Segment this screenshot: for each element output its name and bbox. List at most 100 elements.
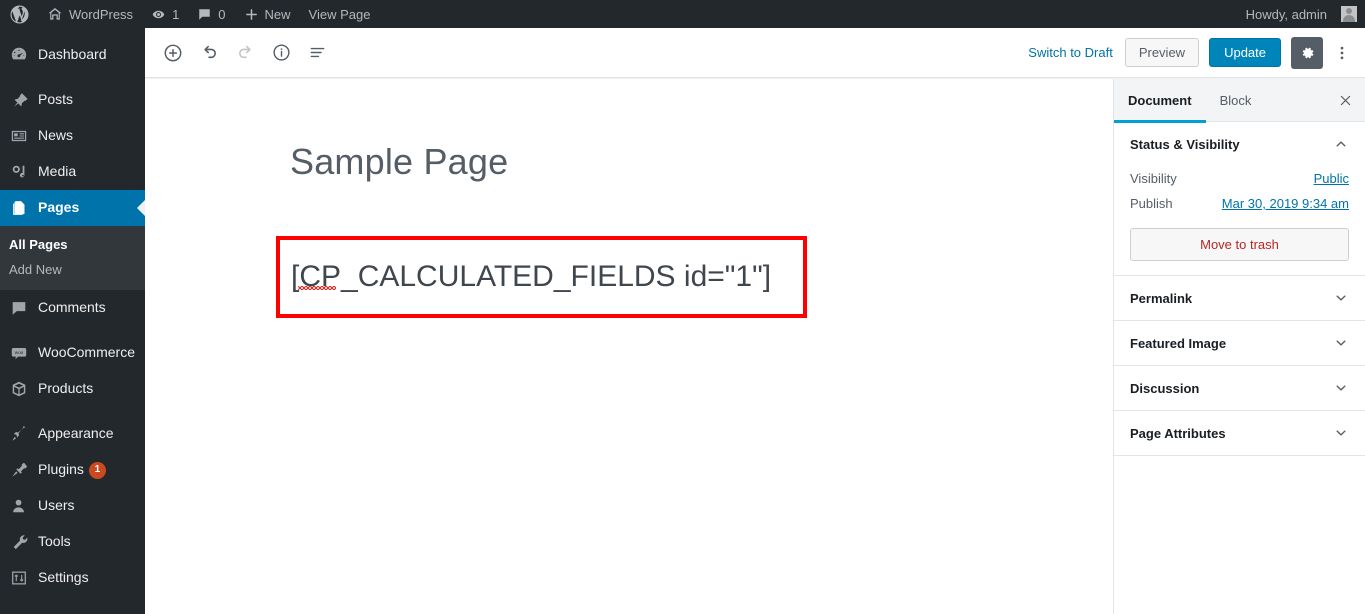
publish-row: Publish Mar 30, 2019 9:34 am [1130, 191, 1349, 216]
media-icon [9, 162, 29, 182]
pin-icon [9, 90, 29, 110]
permalink-section: Permalink [1114, 276, 1365, 321]
sidebar-item-calculated-fields-form[interactable]: Calculated Fields Form [0, 605, 145, 614]
close-icon [1338, 93, 1353, 108]
sidebar-item-plugins[interactable]: Plugins 1 [0, 452, 145, 488]
menu-separator-4 [0, 596, 145, 605]
sidebar-item-pages[interactable]: Pages [0, 190, 145, 226]
kebab-vertical-icon [1333, 44, 1351, 62]
new-content-label: New [264, 6, 291, 22]
section-title: Featured Image [1130, 335, 1227, 351]
submenu-item-add-new[interactable]: Add New [0, 257, 145, 282]
sidebar-item-settings[interactable]: Settings [0, 560, 145, 596]
status-visibility-body: Visibility Public Publish Mar 30, 2019 9… [1114, 166, 1365, 275]
plugins-plug-icon [9, 460, 29, 480]
comments-count: 0 [218, 6, 226, 22]
site-name-button[interactable]: WordPress [38, 0, 142, 28]
comment-bubble-icon [9, 298, 29, 318]
add-block-button[interactable] [155, 35, 191, 71]
switch-to-draft-link[interactable]: Switch to Draft [1016, 45, 1125, 60]
page-attributes-header[interactable]: Page Attributes [1114, 411, 1365, 455]
sidebar-item-woocommerce[interactable]: woo WooCommerce [0, 335, 145, 371]
sidebar-item-products[interactable]: Products [0, 371, 145, 407]
chevron-down-icon [1333, 335, 1349, 351]
close-settings-button[interactable] [1325, 79, 1365, 122]
plus-icon [244, 7, 259, 22]
section-title: Status & Visibility [1130, 136, 1240, 152]
redo-arrow-icon [235, 42, 256, 63]
sidebar-item-news[interactable]: News [0, 118, 145, 154]
howdy-label: Howdy, admin [1245, 6, 1327, 22]
editor-toolbar-actions: Switch to Draft Preview Update [1016, 36, 1357, 69]
editor-toolbar: Switch to Draft Preview Update [145, 28, 1365, 78]
submenu-item-all-pages[interactable]: All Pages [0, 232, 145, 257]
updates-button[interactable]: 1 [142, 0, 188, 28]
my-account-button[interactable]: Howdy, admin [1237, 0, 1365, 28]
admin-bar: WordPress 1 0 New View Page Howdy, admin [0, 0, 1365, 28]
sidebar-item-appearance[interactable]: Appearance [0, 416, 145, 452]
settings-toggle-button[interactable] [1291, 36, 1323, 69]
tab-block[interactable]: Block [1206, 79, 1266, 122]
sidebar-item-label: Products [38, 380, 94, 396]
users-icon [9, 496, 29, 516]
publish-date-link[interactable]: Mar 30, 2019 9:34 am [1222, 196, 1349, 211]
sidebar-item-label: Plugins 1 [38, 460, 145, 479]
comments-button[interactable]: 0 [188, 0, 234, 28]
content-info-button[interactable] [263, 35, 299, 71]
chevron-down-icon [1333, 425, 1349, 441]
sidebar-item-label: Posts [38, 91, 74, 107]
status-visibility-header[interactable]: Status & Visibility [1114, 122, 1365, 166]
visibility-value: Public [1314, 171, 1349, 186]
wordpress-logo-button[interactable] [0, 0, 38, 28]
chevron-down-icon [1333, 380, 1349, 396]
redo-button[interactable] [227, 35, 263, 71]
home-icon [47, 6, 63, 22]
dashboard-icon [9, 45, 29, 65]
tab-document[interactable]: Document [1114, 79, 1206, 123]
sidebar-item-tools[interactable]: Tools [0, 524, 145, 560]
sidebar-item-comments[interactable]: Comments [0, 290, 145, 326]
shortcode-block-highlight[interactable]: [CP_CALCULATED_FIELDS id="1"] [276, 236, 807, 318]
undo-button[interactable] [191, 35, 227, 71]
shortcode-text[interactable]: [CP_CALCULATED_FIELDS id="1"] [280, 260, 771, 294]
pages-icon [9, 198, 29, 218]
woocommerce-icon: woo [9, 343, 29, 363]
sidebar-item-dashboard[interactable]: Dashboard [0, 37, 145, 73]
sidebar-item-label: Users [38, 497, 75, 513]
post-title-field[interactable]: Sample Page [290, 141, 508, 183]
svg-text:woo: woo [15, 350, 24, 355]
sidebar-item-label: Pages [38, 199, 80, 215]
shortcode-value: [CP_CALCULATED_FIELDS id="1"] [291, 260, 772, 293]
editor-canvas: Sample Page [CP_CALCULATED_FIELDS id="1"… [145, 79, 1113, 614]
section-title: Page Attributes [1130, 425, 1226, 441]
permalink-header[interactable]: Permalink [1114, 276, 1365, 320]
view-page-button[interactable]: View Page [300, 0, 380, 28]
new-content-button[interactable]: New [235, 0, 300, 28]
admin-bar-right: Howdy, admin [1237, 0, 1365, 28]
plugins-update-badge: 1 [88, 461, 106, 479]
move-to-trash-button[interactable]: Move to trash [1130, 228, 1349, 261]
view-page-label: View Page [308, 6, 371, 22]
document-settings-panel: Document Block Status & Visibility Visib… [1113, 79, 1365, 614]
featured-image-header[interactable]: Featured Image [1114, 321, 1365, 365]
sidebar-item-label: Appearance [38, 425, 114, 441]
list-view-button[interactable] [299, 35, 335, 71]
more-options-button[interactable] [1327, 37, 1357, 69]
visibility-row: Visibility Public [1130, 166, 1349, 191]
menu-spacer-top [0, 28, 145, 37]
settings-sliders-icon [9, 568, 29, 588]
list-view-icon [307, 42, 328, 63]
appearance-brush-icon [9, 424, 29, 444]
discussion-header[interactable]: Discussion [1114, 366, 1365, 410]
preview-button[interactable]: Preview [1124, 38, 1200, 67]
visibility-link[interactable]: Public [1314, 171, 1349, 186]
menu-separator-1 [0, 73, 145, 82]
visibility-label: Visibility [1130, 171, 1177, 186]
update-button[interactable]: Update [1209, 38, 1281, 67]
wordpress-logo-icon [10, 4, 29, 24]
sidebar-item-users[interactable]: Users [0, 488, 145, 524]
publish-label: Publish [1130, 196, 1173, 211]
sidebar-item-media[interactable]: Media [0, 154, 145, 190]
updates-icon [151, 7, 166, 22]
sidebar-item-posts[interactable]: Posts [0, 82, 145, 118]
